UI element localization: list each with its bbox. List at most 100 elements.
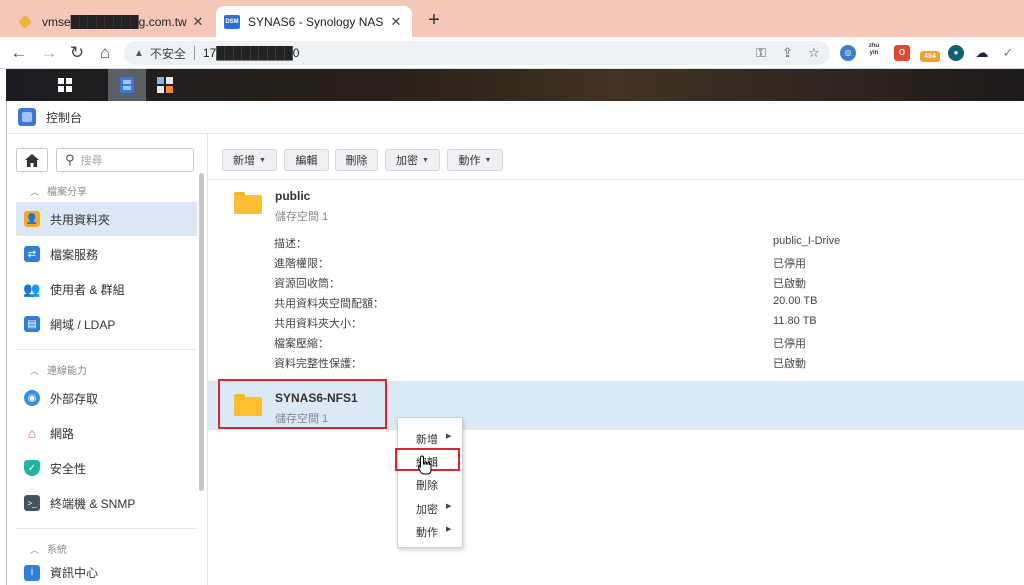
sidebar-item-file-services[interactable]: ⇄ 檔案服務 [16,237,197,271]
sidebar-item-label: 網域 / LDAP [50,317,116,332]
sidebar-item-label: 檔案服務 [50,247,99,262]
property-label: 資料完整性保護： [274,358,362,370]
search-placeholder: 搜尋 [80,155,103,167]
create-button[interactable]: 新增 ▼ [222,149,277,171]
browser-tab-strip: vmse████████g.com.tw - VM ✕ DSM SYNAS6 -… [0,0,1024,37]
shared-folder-icon: 👤 [24,211,40,227]
warning-icon[interactable]: ▲ [134,48,144,59]
security-icon: ✓ [24,460,40,476]
encrypt-button[interactable]: 加密 ▼ [385,149,440,171]
check-ext-icon[interactable]: ✓ [1000,45,1016,61]
sidebar-item-security[interactable]: ✓ 安全性 [16,451,197,485]
sidebar-scrollbar[interactable] [199,173,204,491]
search-ext-icon[interactable]: ● [948,45,964,61]
collapse-icon: ︿ [30,366,40,376]
forward-icon[interactable]: → [38,42,60,64]
sidebar-item-label: 共用資料夾 [50,212,111,227]
group-connectivity[interactable]: ︿ 連線能力 [30,362,87,377]
home-icon[interactable]: ⌂ [94,42,116,64]
sidebar-item-shared-folder[interactable]: 👤 共用資料夾 [16,202,197,236]
terminal-icon: >_ [24,495,40,511]
domain-icon: ▤ [24,316,40,332]
group-file-sharing[interactable]: ︿ 檔案分享 [30,183,87,198]
window-header: 控制台 [6,101,1024,134]
reload-icon[interactable]: ↻ [66,42,88,64]
property-label: 進階權限： [274,258,329,270]
property-value: 已停用 [773,258,806,270]
delete-button[interactable]: 刪除 [335,149,378,171]
property-label: 檔案壓縮： [274,338,329,350]
home-icon [25,153,39,167]
context-menu-encrypt[interactable]: 加密 ▶ [416,501,456,517]
translate-ext-icon[interactable]: ◎ [840,45,856,61]
cloud-ext-icon[interactable]: ☁ [974,45,990,61]
new-tab-button[interactable]: + [424,10,444,30]
context-menu-create[interactable]: 新增 ▶ [416,431,456,447]
network-icon: ⌂ [27,425,37,441]
control-panel-icon [18,108,36,126]
sidebar-item-label: 外部存取 [50,391,99,406]
collapse-icon: ︿ [30,187,40,197]
sidebar-item-label: 安全性 [50,461,87,476]
browser-tab-synology[interactable]: DSM SYNAS6 - Synology NAS ✕ [216,6,412,37]
main-menu-icon[interactable] [50,69,80,101]
browser-tab-vmse[interactable]: vmse████████g.com.tw - VM ✕ [8,6,214,37]
sidebar-item-label: 終端機 & SNMP [50,496,136,511]
sidebar-item-label: 網路 [50,426,75,441]
property-value: public_I-Drive [773,235,841,247]
dropdown-caret-icon: ▼ [259,156,266,164]
group-system[interactable]: ︿ 系統 [30,541,67,556]
edit-button[interactable]: 編輯 [284,149,329,171]
property-value: 20.00 TB [773,295,818,307]
tab-title: vmse████████g.com.tw - VM [42,14,190,29]
user-group-icon: 👥 [23,280,41,297]
property-label: 共用資料夾空間配額： [274,298,384,310]
security-status: 不安全 [149,46,186,61]
sidebar-item-external-access[interactable]: ◉ 外部存取 [16,381,197,415]
property-value: 已停用 [773,338,806,350]
key-icon[interactable]: ⚿ [756,45,766,61]
sidebar-item-network[interactable]: ⌂ 網路 [16,416,197,450]
share-icon[interactable]: ⇪ [782,45,793,61]
close-tab-icon[interactable]: ✕ [388,14,404,30]
browser-toolbar: ← → ↻ ⌂ ▲ 不安全 17█████████0 ⚿ ⇪ ☆ ◎ zhu y… [0,37,1024,69]
annotation-highlight-box [218,379,387,429]
dropdown-caret-icon: ▼ [484,156,492,164]
address-divider [193,46,195,60]
control-panel-taskbar-icon[interactable] [108,69,146,101]
back-icon[interactable]: ← [8,42,30,64]
dsm-taskbar [6,69,1024,101]
property-value: 11.80 TB [773,315,817,327]
property-label: 共用資料夾大小： [274,318,362,330]
home-button[interactable] [16,148,48,172]
submenu-arrow-icon: ▶ [446,526,452,533]
sidebar-item-label: 資訊中心 [50,566,99,580]
collapse-icon: ︿ [30,545,40,555]
context-menu-delete[interactable]: 刪除 [416,477,456,493]
window-title: 控制台 [46,110,83,125]
sidebar-item-label: 使用者 & 群組 [50,282,125,297]
sidebar-divider [16,528,197,529]
search-input[interactable]: ⚲ 搜尋 [56,148,194,172]
address-bar[interactable]: ▲ 不安全 17█████████0 ⚿ ⇪ ☆ [124,41,830,65]
close-tab-icon[interactable]: ✕ [190,14,206,30]
url-text[interactable]: 17█████████0 [203,46,300,60]
office-ext-icon[interactable]: O [894,45,910,61]
context-menu-action[interactable]: 動作 ▶ [416,524,456,540]
package-center-taskbar-icon[interactable] [146,69,184,101]
sidebar-item-users-groups[interactable]: 👥 使用者 & 群組 [16,272,197,306]
tab-title: SYNAS6 - Synology NAS [248,14,384,29]
property-label: 資源回收筒： [274,278,340,290]
sidebar-item-terminal-snmp[interactable]: >_ 終端機 & SNMP [16,486,197,520]
sidebar-item-domain-ldap[interactable]: ▤ 網域 / LDAP [16,307,197,341]
bookmark-star-icon[interactable]: ☆ [808,45,820,61]
rss-badge-ext-icon[interactable]: 454 [920,51,940,62]
folder-icon [234,192,262,214]
sidebar-item-info-center[interactable]: i 資訊中心 [16,560,197,585]
action-button[interactable]: 動作 ▼ [447,149,503,171]
submenu-arrow-icon: ▶ [446,503,452,510]
zhuyin-ext-icon[interactable]: zhu yin [866,43,882,59]
info-center-icon: i [24,564,40,581]
folder-name[interactable]: public [275,189,310,203]
property-value: 已啟動 [773,358,806,370]
